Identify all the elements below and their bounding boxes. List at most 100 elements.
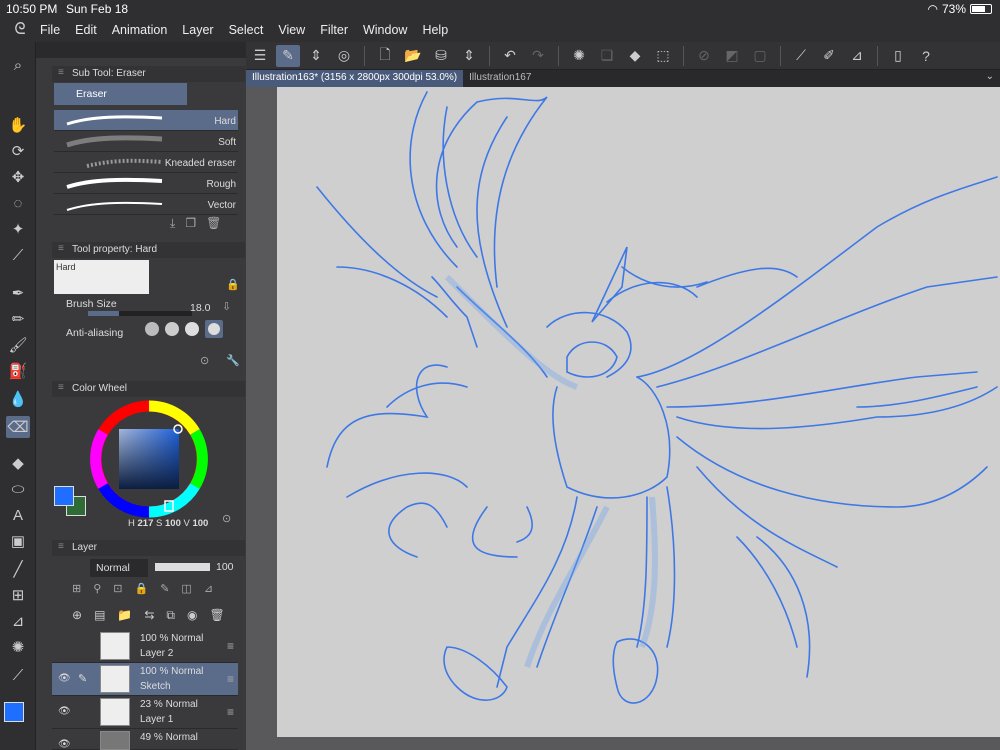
loading-icon[interactable]: ✺ xyxy=(567,45,591,67)
tab-illustration163[interactable]: Illustration163* (3156 x 2800px 300dpi 5… xyxy=(246,70,464,87)
lasso-icon[interactable]: ◌ xyxy=(6,192,30,214)
correct-line-icon[interactable]: ⟋ xyxy=(6,664,30,686)
effect-icon[interactable]: ✺ xyxy=(6,636,30,658)
antialias-strong-option[interactable] xyxy=(205,320,223,338)
quick-access-icon[interactable]: ✎ xyxy=(276,44,300,67)
device-icon[interactable]: ▯ xyxy=(886,45,910,67)
visibility-eye-icon[interactable]: 👁 xyxy=(58,739,71,750)
menu-select[interactable]: Select xyxy=(229,23,264,37)
menu-layer[interactable]: Layer xyxy=(182,23,213,37)
lock-transparent-icon[interactable]: ⊡ xyxy=(113,582,122,595)
ruler-icon[interactable]: ⊿ xyxy=(6,610,30,632)
chevron-updown-icon[interactable]: ⇕ xyxy=(304,45,328,67)
transfer-icon[interactable]: ⇆ xyxy=(144,608,154,623)
subtool-group-eraser[interactable]: Eraser xyxy=(54,83,187,105)
layer-opacity-value[interactable]: 100 xyxy=(216,561,234,573)
mask-icon[interactable]: ◫ xyxy=(181,582,191,595)
antialias-medium-option[interactable] xyxy=(185,322,199,336)
antialias-weak-option[interactable] xyxy=(165,322,179,336)
layer-row-bottom[interactable]: 👁 49 % Normal xyxy=(52,729,238,750)
line-icon[interactable]: ╱ xyxy=(6,558,30,580)
menu-help[interactable]: Help xyxy=(422,23,448,37)
lock-icon[interactable]: 🔒 xyxy=(226,278,240,291)
reference-icon[interactable]: ⚲ xyxy=(93,582,101,595)
antialias-none-option[interactable] xyxy=(145,322,159,336)
brush-icon[interactable]: ✐ xyxy=(817,45,841,67)
menu-window[interactable]: Window xyxy=(363,23,407,37)
menu-filter[interactable]: Filter xyxy=(320,23,348,37)
eraser-icon[interactable]: ⌫ xyxy=(6,416,30,438)
selection-icon[interactable]: ▢ xyxy=(748,45,772,67)
pen-icon[interactable]: ✒ xyxy=(6,282,30,304)
menu-edit[interactable]: Edit xyxy=(75,23,97,37)
ruler-icon[interactable]: ⊿ xyxy=(204,582,213,595)
layer-opacity-slider[interactable] xyxy=(155,563,210,571)
add-subtool-icon[interactable]: ⤓ xyxy=(170,216,175,231)
menu-animation[interactable]: Animation xyxy=(112,23,168,37)
brush-kneaded-eraser[interactable]: Kneaded eraser xyxy=(54,152,238,173)
visibility-eye-icon[interactable]: 👁 xyxy=(58,673,71,684)
brush-size-slider[interactable] xyxy=(88,311,192,316)
new-folder-icon[interactable]: 📁 xyxy=(117,608,132,623)
pencil-icon[interactable]: ✏ xyxy=(6,308,30,330)
clip-icon[interactable]: ⊞ xyxy=(72,582,81,595)
settings-icon[interactable]: ⊙ xyxy=(200,354,209,367)
main-color-swatch[interactable] xyxy=(4,702,24,722)
color-mode-icon[interactable]: ⊙ xyxy=(222,512,231,525)
brush-soft[interactable]: Soft xyxy=(54,131,238,152)
move-icon[interactable]: ✥ xyxy=(6,166,30,188)
frame-icon[interactable]: ▣ xyxy=(6,530,30,552)
color-wheel[interactable] xyxy=(89,399,209,519)
hamburger-menu-icon[interactable]: ☰ xyxy=(248,45,272,67)
hand-icon[interactable]: ✋ xyxy=(6,114,30,136)
fill-icon[interactable]: ◆ xyxy=(623,45,647,67)
open-folder-icon[interactable]: 📂 xyxy=(401,45,425,67)
brush-icon[interactable]: 🖌 xyxy=(6,334,30,356)
brush-rough[interactable]: Rough xyxy=(54,173,238,194)
ruler-icon[interactable]: ⟋ xyxy=(789,45,813,67)
text-icon[interactable]: A xyxy=(6,504,30,526)
layer-menu-icon[interactable]: ≡ xyxy=(227,639,234,653)
invert-selection-icon[interactable]: ◩ xyxy=(720,45,744,67)
menu-view[interactable]: View xyxy=(278,23,305,37)
layer-row-layer1[interactable]: 👁 23 % Normal Layer 1 ≡ xyxy=(52,696,238,729)
new-vector-layer-icon[interactable]: ▤ xyxy=(94,608,105,623)
chevron-updown-icon[interactable]: ⇕ xyxy=(457,45,481,67)
panel-icon[interactable]: ⊞ xyxy=(6,584,30,606)
layer-row-sketch[interactable]: 👁 ✎ 100 % Normal Sketch ≡ xyxy=(52,663,238,696)
layer-menu-icon[interactable]: ≡ xyxy=(227,705,234,719)
transform-icon[interactable]: ⬚ xyxy=(651,45,675,67)
gradient-icon[interactable]: ⬭ xyxy=(6,478,30,500)
trash-icon[interactable]: 🗑 xyxy=(206,216,221,231)
wrench-icon[interactable]: 🔧 xyxy=(226,354,240,367)
duplicate-icon[interactable]: ❐ xyxy=(185,216,196,231)
magic-wand-icon[interactable]: ✦ xyxy=(6,218,30,240)
companion-mode-icon[interactable]: ◎ xyxy=(332,45,356,67)
layer-row-layer2[interactable]: 100 % Normal Layer 2 ≡ xyxy=(52,630,238,663)
brush-vector[interactable]: Vector xyxy=(54,194,238,215)
zoom-icon[interactable]: ⌕ xyxy=(6,54,30,76)
copy-icon[interactable]: ❏ xyxy=(595,45,619,67)
blend-icon[interactable]: 💧 xyxy=(6,388,30,410)
lock-icon[interactable]: 🔒 xyxy=(135,582,149,595)
tab-illustration167[interactable]: Illustration167 xyxy=(463,70,537,87)
drawing-canvas[interactable] xyxy=(277,87,1000,737)
airbrush-icon[interactable]: ⛽ xyxy=(6,360,30,382)
combine-icon[interactable]: ⧉ xyxy=(166,608,175,623)
visibility-eye-icon[interactable]: 👁 xyxy=(58,706,71,717)
draft-icon[interactable]: ✎ xyxy=(160,582,169,595)
help-icon[interactable]: ? xyxy=(914,45,938,67)
chevron-down-icon[interactable]: ⌄ xyxy=(986,71,994,82)
brush-hard[interactable]: Hard xyxy=(54,110,238,131)
deselect-icon[interactable]: ⊘ xyxy=(692,45,716,67)
rotate-icon[interactable]: ⟳ xyxy=(6,140,30,162)
menu-file[interactable]: File xyxy=(40,23,60,37)
blend-mode-select[interactable]: Normal xyxy=(90,559,148,577)
brush-size-stepper-icon[interactable]: ⇩ xyxy=(222,300,231,313)
save-icon[interactable]: ⛁ xyxy=(429,45,453,67)
ruler-line-icon[interactable]: ⊿ xyxy=(845,45,869,67)
brush-size-value[interactable]: 18.0 xyxy=(190,302,210,314)
eyedropper-icon[interactable]: ⟋ xyxy=(6,244,30,266)
edit-pencil-icon[interactable]: ✎ xyxy=(78,672,87,685)
undo-icon[interactable]: ↶ xyxy=(498,45,522,67)
